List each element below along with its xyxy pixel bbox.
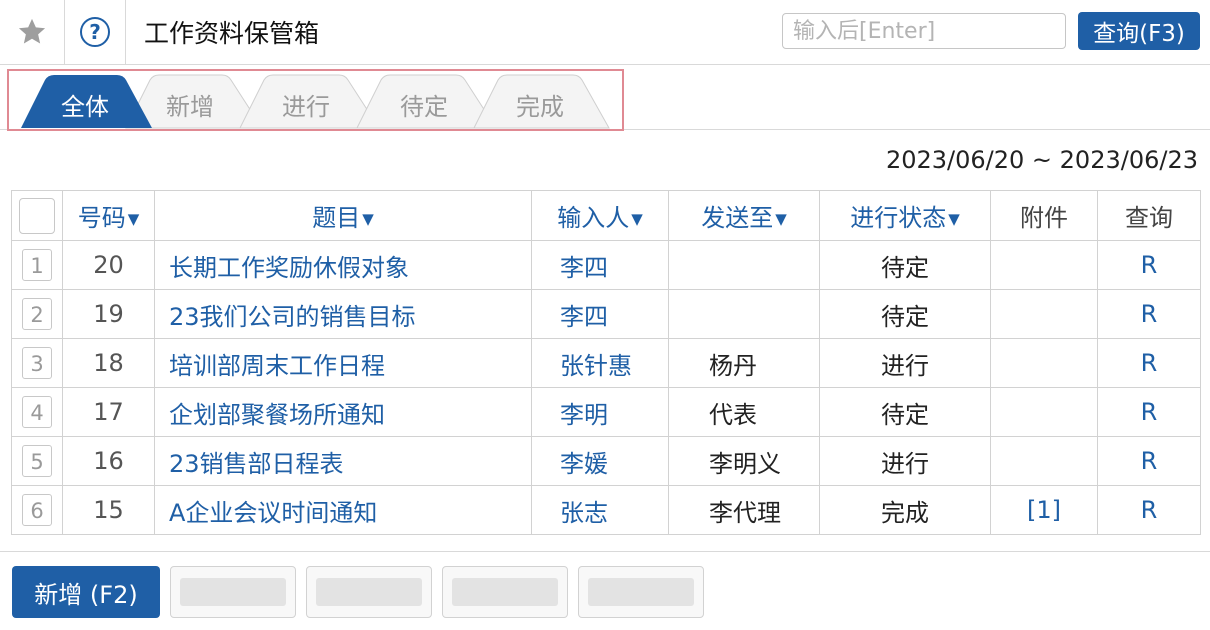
- table-header-row: 号码 ▼ 题目 ▼ 输入人 ▼ 发送至 ▼ 进行状态 ▼ 附件 查询: [11, 190, 1201, 241]
- tabs-highlight-frame: [7, 69, 624, 131]
- sort-caret-icon: ▼: [948, 210, 960, 228]
- documents-table: 号码 ▼ 题目 ▼ 输入人 ▼ 发送至 ▼ 进行状态 ▼ 附件 查询 1 20 长期工作奖…: [11, 190, 1201, 535]
- select-all-cell[interactable]: [11, 190, 63, 241]
- table-row: 3 18 培训部周末工作日程 张针惠 杨丹 进行 R: [11, 338, 1201, 388]
- placeholder-bar: [452, 578, 558, 606]
- row-index[interactable]: 4: [22, 396, 52, 428]
- row-recipient: 李代理: [668, 485, 820, 535]
- footer-divider: [0, 551, 1210, 552]
- row-status: 进行: [819, 338, 991, 388]
- row-recipient: [668, 289, 820, 339]
- row-author-link[interactable]: 张志: [531, 485, 669, 535]
- column-number[interactable]: 号码 ▼: [62, 190, 155, 241]
- row-author-link[interactable]: 李四: [531, 240, 669, 290]
- row-author-link[interactable]: 李四: [531, 289, 669, 339]
- row-recipient: 代表: [668, 387, 820, 437]
- table-row: 1 20 长期工作奖励休假对象 李四 待定 R: [11, 240, 1201, 290]
- question-circle-icon: ?: [80, 17, 110, 47]
- add-new-button[interactable]: 新增 (F2): [12, 566, 160, 618]
- row-index[interactable]: 6: [22, 494, 52, 526]
- search-input[interactable]: [782, 13, 1066, 49]
- row-number: 16: [62, 436, 155, 486]
- row-query-link[interactable]: R: [1097, 240, 1201, 290]
- row-status: 完成: [819, 485, 991, 535]
- row-subject-link[interactable]: 培训部周末工作日程: [154, 338, 532, 388]
- column-subject[interactable]: 题目 ▼: [154, 190, 532, 241]
- row-query-link[interactable]: R: [1097, 387, 1201, 437]
- sort-caret-icon: ▼: [775, 210, 787, 228]
- row-query-link[interactable]: R: [1097, 436, 1201, 486]
- row-index[interactable]: 2: [22, 298, 52, 330]
- row-attachment-link[interactable]: [990, 338, 1098, 388]
- top-header: ? 工作资料保管箱 查询(F3): [0, 0, 1210, 65]
- placeholder-bar: [588, 578, 694, 606]
- row-query-link[interactable]: R: [1097, 338, 1201, 388]
- sort-caret-icon: ▼: [631, 210, 643, 228]
- table-row: 5 16 23销售部日程表 李媛 李明义 进行 R: [11, 436, 1201, 486]
- row-query-link[interactable]: R: [1097, 289, 1201, 339]
- row-attachment-link[interactable]: [990, 240, 1098, 290]
- row-number: 18: [62, 338, 155, 388]
- row-number: 20: [62, 240, 155, 290]
- select-all-checkbox[interactable]: [19, 197, 55, 234]
- row-author-link[interactable]: 李媛: [531, 436, 669, 486]
- row-subject-link[interactable]: 长期工作奖励休假对象: [154, 240, 532, 290]
- row-status: 待定: [819, 240, 991, 290]
- placeholder-bar: [180, 578, 286, 606]
- row-number: 17: [62, 387, 155, 437]
- star-icon: [18, 18, 46, 44]
- row-index[interactable]: 1: [22, 249, 52, 281]
- favorite-button[interactable]: [0, 0, 65, 64]
- row-author-link[interactable]: 李明: [531, 387, 669, 437]
- row-subject-link[interactable]: 23我们公司的销售目标: [154, 289, 532, 339]
- row-recipient: [668, 240, 820, 290]
- placeholder-button-1[interactable]: [170, 566, 296, 618]
- column-status[interactable]: 进行状态 ▼: [819, 190, 991, 241]
- table-row: 6 15 A企业会议时间通知 张志 李代理 完成 [1] R: [11, 485, 1201, 535]
- placeholder-button-2[interactable]: [306, 566, 432, 618]
- column-query: 查询: [1097, 190, 1201, 241]
- date-range: 2023/06/20 ~ 2023/06/23: [885, 146, 1198, 174]
- row-subject-link[interactable]: 企划部聚餐场所通知: [154, 387, 532, 437]
- row-attachment-link[interactable]: [990, 289, 1098, 339]
- row-status: 待定: [819, 387, 991, 437]
- search-button[interactable]: 查询(F3): [1078, 12, 1200, 50]
- column-attachment: 附件: [990, 190, 1098, 241]
- column-author[interactable]: 输入人 ▼: [531, 190, 669, 241]
- table-row: 2 19 23我们公司的销售目标 李四 待定 R: [11, 289, 1201, 339]
- sort-caret-icon: ▼: [362, 210, 374, 228]
- row-status: 待定: [819, 289, 991, 339]
- row-subject-link[interactable]: A企业会议时间通知: [154, 485, 532, 535]
- sort-caret-icon: ▼: [127, 210, 140, 228]
- row-attachment-link[interactable]: [1]: [990, 485, 1098, 535]
- row-index[interactable]: 5: [22, 445, 52, 477]
- row-attachment-link[interactable]: [990, 436, 1098, 486]
- row-author-link[interactable]: 张针惠: [531, 338, 669, 388]
- placeholder-bar: [316, 578, 422, 606]
- row-subject-link[interactable]: 23销售部日程表: [154, 436, 532, 486]
- row-number: 15: [62, 485, 155, 535]
- column-recipient[interactable]: 发送至 ▼: [668, 190, 820, 241]
- row-recipient: 杨丹: [668, 338, 820, 388]
- row-query-link[interactable]: R: [1097, 485, 1201, 535]
- table-row: 4 17 企划部聚餐场所通知 李明 代表 待定 R: [11, 387, 1201, 437]
- row-status: 进行: [819, 436, 991, 486]
- row-attachment-link[interactable]: [990, 387, 1098, 437]
- page-title: 工作资料保管箱: [144, 19, 320, 48]
- placeholder-button-4[interactable]: [578, 566, 704, 618]
- placeholder-button-3[interactable]: [442, 566, 568, 618]
- row-recipient: 李明义: [668, 436, 820, 486]
- row-number: 19: [62, 289, 155, 339]
- help-button[interactable]: ?: [65, 0, 126, 64]
- row-index[interactable]: 3: [22, 347, 52, 379]
